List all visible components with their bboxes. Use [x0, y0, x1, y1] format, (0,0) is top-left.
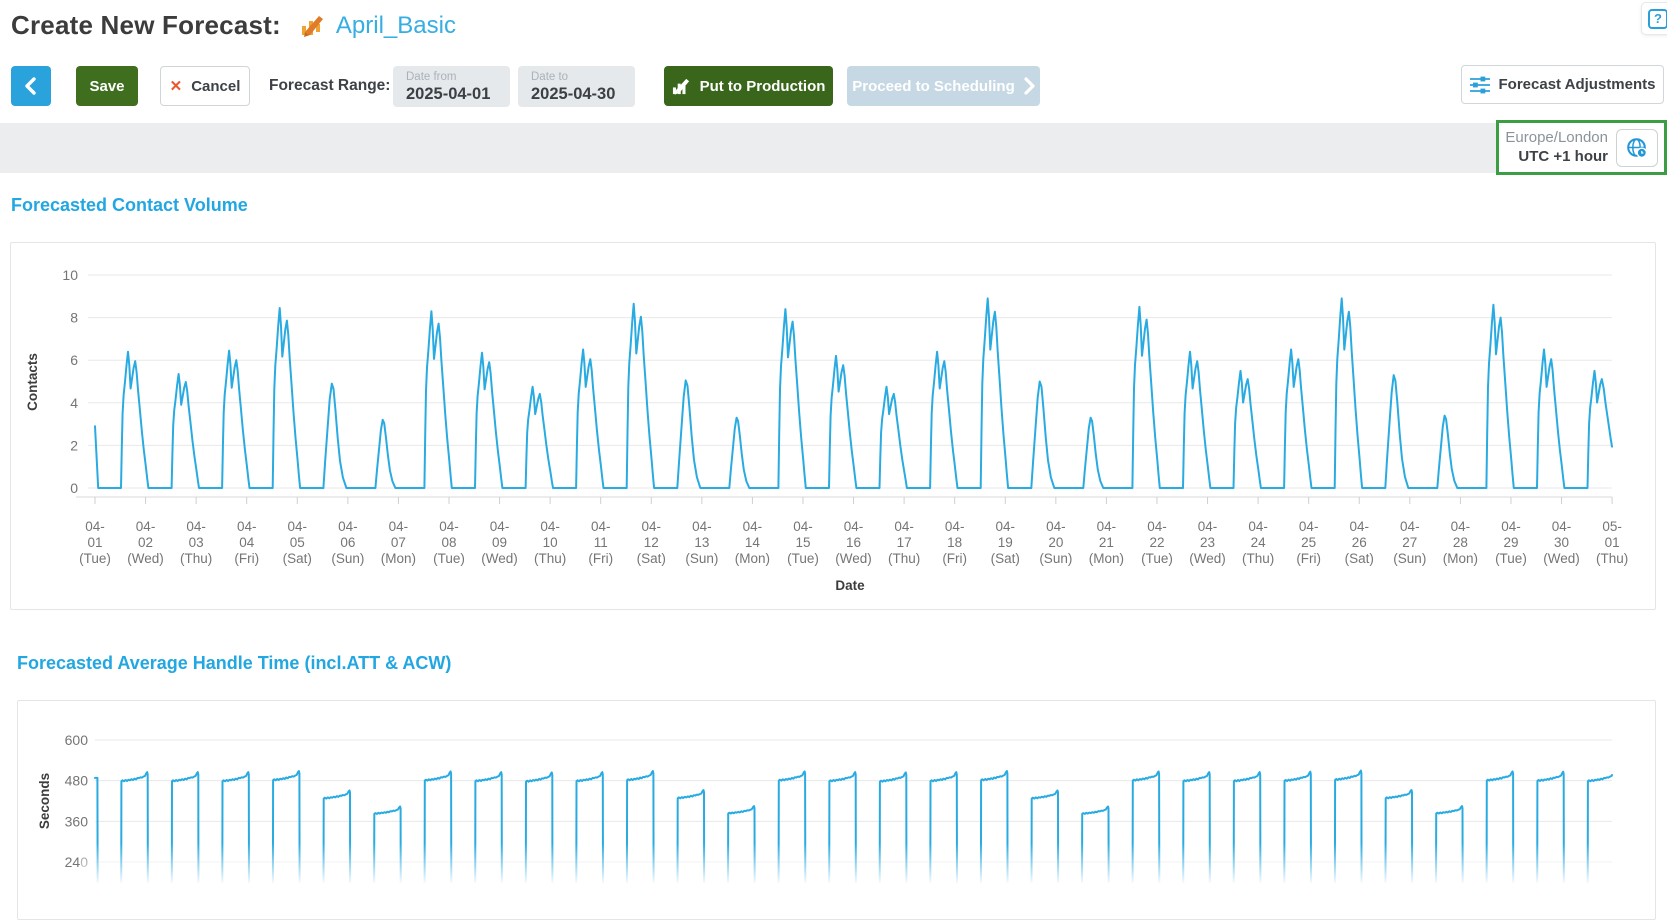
svg-text:04-12(Sat): 04-12(Sat)	[637, 519, 666, 566]
svg-text:04-16(Wed): 04-16(Wed)	[835, 519, 872, 566]
svg-text:04-20(Sun): 04-20(Sun)	[1039, 519, 1072, 566]
svg-text:04-02(Wed): 04-02(Wed)	[127, 519, 164, 566]
svg-text:04-05(Sat): 04-05(Sat)	[283, 519, 312, 566]
svg-text:04-25(Fri): 04-25(Fri)	[1296, 519, 1321, 566]
svg-text:04-06(Sun): 04-06(Sun)	[331, 519, 364, 566]
svg-text:04-28(Mon): 04-28(Mon)	[1443, 519, 1478, 566]
svg-text:04-23(Wed): 04-23(Wed)	[1189, 519, 1226, 566]
svg-text:04-17(Thu): 04-17(Thu)	[888, 519, 920, 566]
svg-text:240: 240	[65, 854, 89, 870]
svg-text:10: 10	[62, 267, 78, 283]
svg-text:2: 2	[70, 437, 78, 453]
svg-text:6: 6	[70, 352, 78, 368]
svg-text:8: 8	[70, 310, 78, 326]
svg-text:04-10(Thu): 04-10(Thu)	[534, 519, 566, 566]
svg-text:04-19(Sat): 04-19(Sat)	[991, 519, 1020, 566]
svg-text:480: 480	[65, 773, 89, 789]
svg-text:Contacts: Contacts	[25, 353, 40, 411]
svg-text:04-03(Thu): 04-03(Thu)	[180, 519, 212, 566]
svg-text:04-01(Tue): 04-01(Tue)	[79, 519, 111, 566]
svg-text:04-04(Fri): 04-04(Fri)	[234, 519, 259, 566]
svg-text:04-21(Mon): 04-21(Mon)	[1089, 519, 1124, 566]
svg-text:04-27(Sun): 04-27(Sun)	[1393, 519, 1426, 566]
svg-text:04-26(Sat): 04-26(Sat)	[1345, 519, 1374, 566]
svg-text:04-13(Sun): 04-13(Sun)	[685, 519, 718, 566]
svg-text:04-14(Mon): 04-14(Mon)	[735, 519, 770, 566]
svg-text:360: 360	[65, 813, 89, 829]
svg-text:04-09(Wed): 04-09(Wed)	[481, 519, 518, 566]
svg-text:0: 0	[70, 480, 78, 496]
svg-text:04-24(Thu): 04-24(Thu)	[1242, 519, 1274, 566]
svg-text:04-18(Fri): 04-18(Fri)	[942, 519, 967, 566]
svg-text:04-22(Tue): 04-22(Tue)	[1141, 519, 1173, 566]
svg-text:04-30(Wed): 04-30(Wed)	[1543, 519, 1580, 566]
svg-text:04-11(Fri): 04-11(Fri)	[588, 519, 613, 566]
svg-text:04-08(Tue): 04-08(Tue)	[433, 519, 465, 566]
svg-text:05-01(Thu): 05-01(Thu)	[1596, 519, 1628, 566]
svg-text:Seconds: Seconds	[37, 773, 52, 829]
svg-text:Date: Date	[835, 578, 865, 593]
svg-text:04-15(Tue): 04-15(Tue)	[787, 519, 819, 566]
svg-text:600: 600	[65, 732, 89, 748]
svg-text:04-29(Tue): 04-29(Tue)	[1495, 519, 1527, 566]
svg-text:4: 4	[70, 395, 78, 411]
svg-text:04-07(Mon): 04-07(Mon)	[381, 519, 416, 566]
forecast-charts: 10 8 6 4 2 0 04-01(Tue) 04-02(Wed) 04-03(Thu) 04-…	[0, 0, 1667, 883]
